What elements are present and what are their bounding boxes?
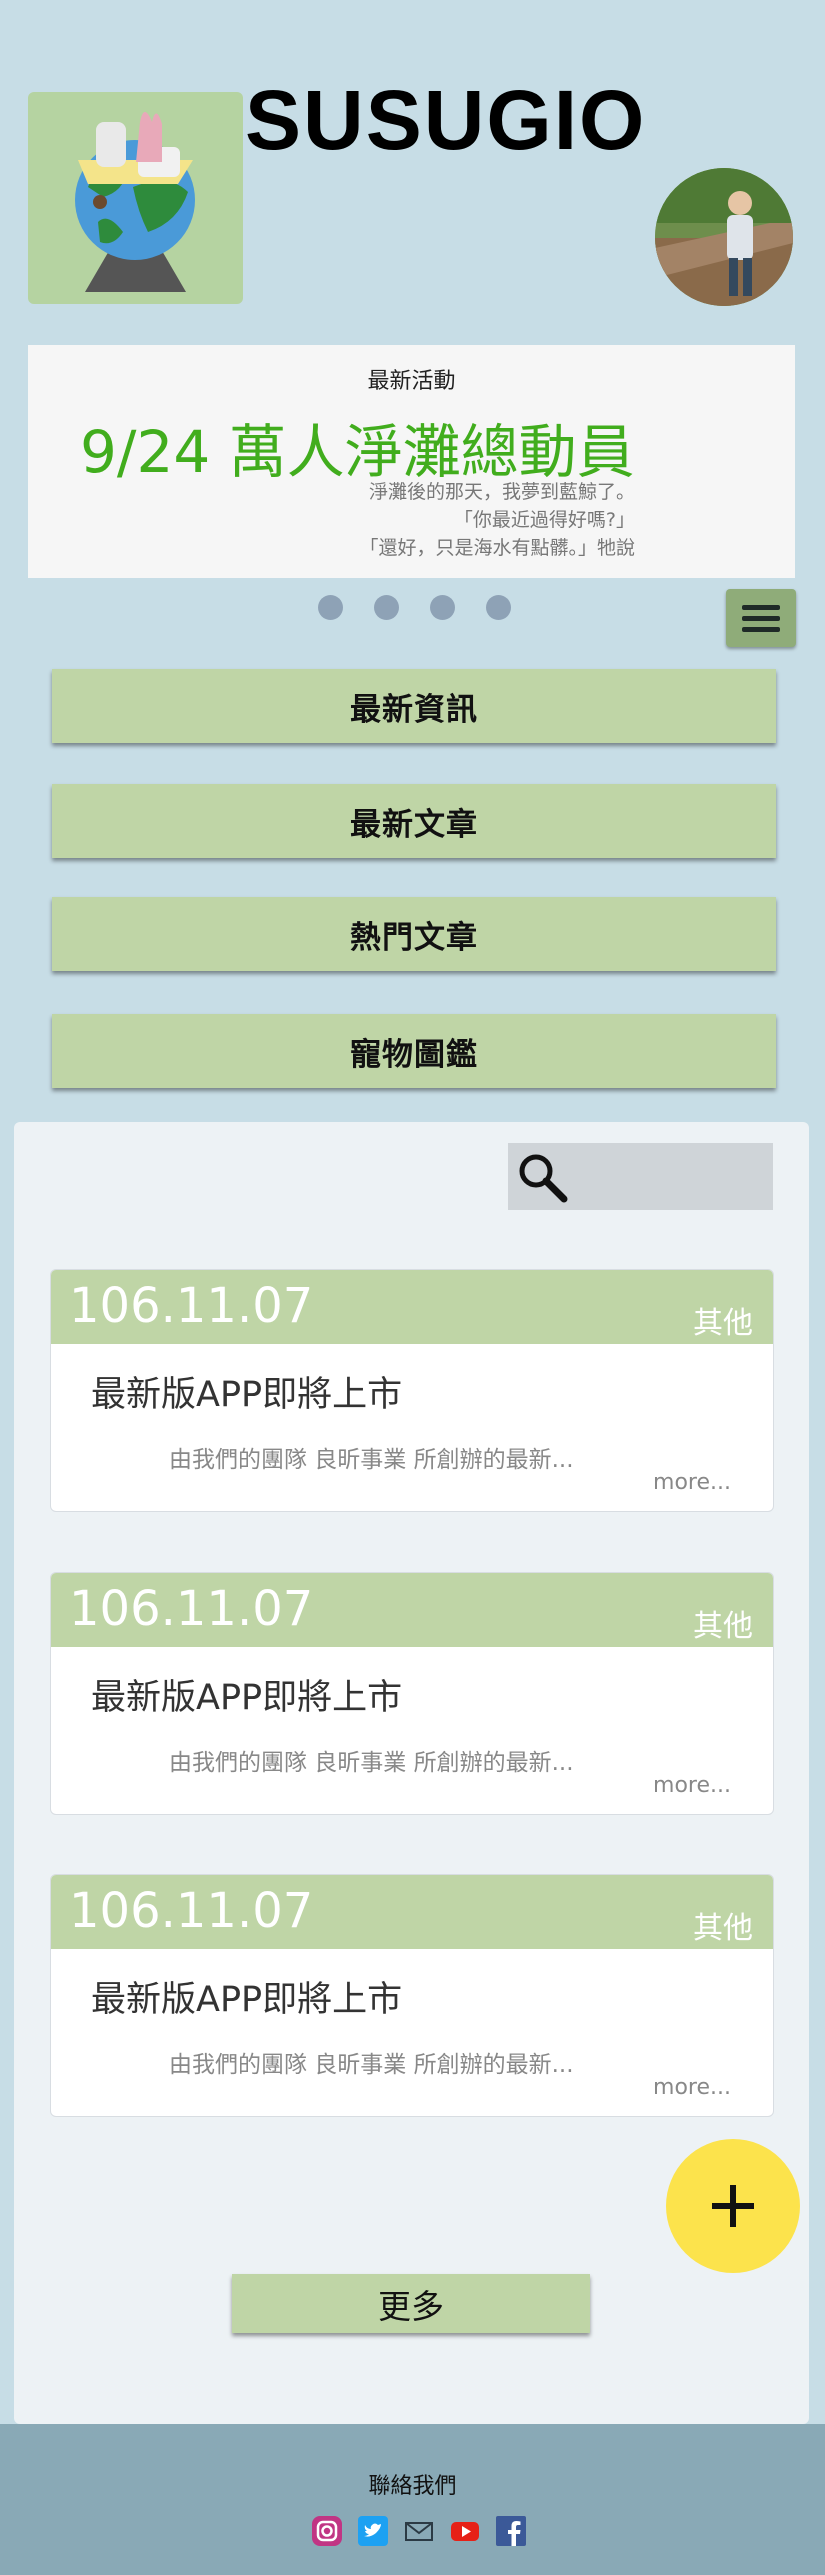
carousel-dots — [318, 595, 511, 620]
post-card[interactable]: 106.11.07 其他 最新版APP即將上市 由我們的團隊 良昕事業 所創辦的… — [50, 1269, 774, 1512]
banner-label: 最新活動 — [367, 369, 456, 394]
post-title: 最新版APP即將上市 — [91, 1980, 403, 2020]
carousel-dot[interactable] — [486, 595, 511, 620]
instagram-icon[interactable] — [312, 2516, 342, 2546]
post-more-link[interactable]: more... — [653, 1470, 731, 1495]
event-banner[interactable]: 最新活動 9/24 萬人淨灘總動員 淨灘後的那天，我夢到藍鯨了。 「你最近過得好… — [28, 345, 795, 578]
twitter-icon[interactable] — [358, 2516, 388, 2546]
nav-pet-encyclopedia[interactable]: 寵物圖鑑 — [52, 1014, 776, 1088]
post-date: 106.11.07 — [69, 1278, 314, 1334]
mail-icon[interactable] — [404, 2516, 434, 2546]
post-date: 106.11.07 — [69, 1883, 314, 1939]
post-excerpt: 由我們的團隊 良昕事業 所創辦的最新... — [169, 2052, 574, 2078]
post-card[interactable]: 106.11.07 其他 最新版APP即將上市 由我們的團隊 良昕事業 所創辦的… — [50, 1874, 774, 2117]
post-category: 其他 — [693, 1306, 753, 1341]
banner-line: 淨灘後的那天，我夢到藍鯨了。 — [368, 481, 635, 503]
post-title: 最新版APP即將上市 — [91, 1678, 403, 1718]
nav-latest-articles[interactable]: 最新文章 — [52, 784, 776, 858]
post-excerpt: 由我們的團隊 良昕事業 所創辦的最新... — [169, 1447, 574, 1473]
banner-line: 「還好，只是海水有點髒。」牠說 — [359, 537, 635, 559]
youtube-icon[interactable] — [450, 2516, 480, 2546]
hamburger-menu-button[interactable] — [726, 589, 796, 647]
carousel-dot[interactable] — [318, 595, 343, 620]
post-card-header: 106.11.07 其他 — [51, 1573, 773, 1647]
post-excerpt: 由我們的團隊 良昕事業 所創辦的最新... — [169, 1750, 574, 1776]
post-card-header: 106.11.07 其他 — [51, 1875, 773, 1949]
post-category: 其他 — [693, 1911, 753, 1946]
post-more-link[interactable]: more... — [653, 1773, 731, 1798]
app-title: SUSUGIO — [245, 73, 647, 167]
carousel-dot[interactable] — [430, 595, 455, 620]
nav-popular-articles[interactable]: 熱門文章 — [52, 897, 776, 971]
load-more-button[interactable]: 更多 — [232, 2274, 590, 2333]
banner-line: 「你最近過得好嗎?」 — [453, 509, 635, 531]
post-card[interactable]: 106.11.07 其他 最新版APP即將上市 由我們的團隊 良昕事業 所創辦的… — [50, 1572, 774, 1815]
app-logo[interactable] — [28, 92, 243, 304]
nav-latest-news[interactable]: 最新資訊 — [52, 669, 776, 743]
menu-icon — [742, 604, 780, 610]
post-title: 最新版APP即將上市 — [91, 1375, 403, 1415]
contact-us-title: 聯絡我們 — [368, 2474, 457, 2499]
facebook-icon[interactable] — [496, 2516, 526, 2546]
social-links — [312, 2516, 526, 2546]
profile-photo — [655, 168, 793, 306]
search-box[interactable] — [508, 1143, 773, 1210]
carousel-dot[interactable] — [374, 595, 399, 620]
globe-trash-logo-icon — [75, 112, 195, 292]
post-category: 其他 — [693, 1609, 753, 1644]
search-icon[interactable] — [514, 1149, 570, 1205]
plus-icon — [712, 2185, 754, 2227]
post-card-header: 106.11.07 其他 — [51, 1270, 773, 1344]
add-button[interactable] — [666, 2139, 800, 2273]
user-avatar[interactable] — [655, 168, 793, 306]
footer: 聯絡我們 — [0, 2424, 825, 2575]
post-more-link[interactable]: more... — [653, 2075, 731, 2100]
post-date: 106.11.07 — [69, 1581, 314, 1637]
